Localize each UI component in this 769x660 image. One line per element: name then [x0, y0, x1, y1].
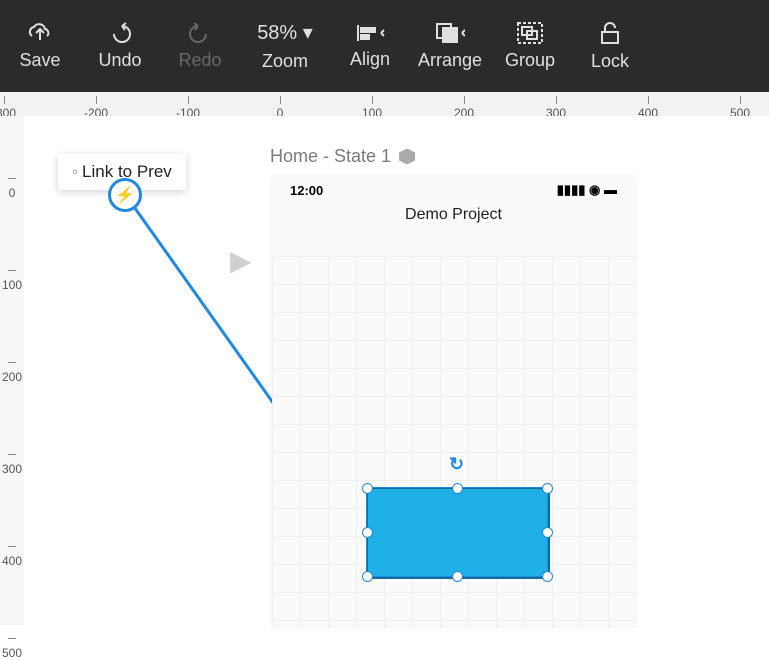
resize-handle-w[interactable]	[362, 527, 373, 538]
resize-handle-s[interactable]	[452, 571, 463, 582]
cloud-upload-icon	[27, 22, 53, 44]
resize-handle-e[interactable]	[542, 527, 553, 538]
vruler-tick: 200	[0, 356, 24, 384]
group-button[interactable]: Group	[490, 0, 570, 92]
lock-label: Lock	[591, 51, 629, 72]
vruler-tick: 500	[0, 632, 24, 660]
resize-handle-sw[interactable]	[362, 571, 373, 582]
group-label: Group	[505, 50, 555, 71]
wifi-icon: ◉	[589, 182, 600, 197]
status-icons: ▮▮▮▮ ◉ ▬	[557, 182, 617, 198]
redo-button[interactable]: Redo	[160, 0, 240, 92]
undo-icon	[108, 22, 132, 44]
link-target-icon: ◦	[72, 162, 78, 181]
vruler-tick: 300	[0, 448, 24, 476]
group-icon	[517, 22, 543, 44]
page-name: Home - State 1	[270, 146, 391, 167]
status-bar: 12:00 ▮▮▮▮ ◉ ▬	[272, 174, 635, 206]
zoom-dropdown[interactable]: 58% ▾ Zoom	[240, 0, 330, 92]
zoom-value: 58% ▾	[257, 20, 313, 45]
toolbar: Save Undo Redo 58% ▾ Zoom Align Arrange …	[0, 0, 769, 92]
rotate-handle[interactable]: ↻	[449, 454, 464, 475]
flow-arrow-icon[interactable]: ▶	[230, 244, 252, 277]
hruler-tick: 400	[628, 92, 668, 117]
lightning-icon: ⚡	[115, 185, 135, 205]
resize-handle-n[interactable]	[452, 483, 463, 494]
hruler-tick: 100	[352, 92, 392, 117]
lock-button[interactable]: Lock	[570, 0, 650, 92]
arrange-label: Arrange	[418, 50, 482, 71]
arrange-dropdown[interactable]: Arrange	[410, 0, 490, 92]
canvas[interactable]: Home - State 1 12:00 ▮▮▮▮ ◉ ▬ Demo Proje…	[24, 116, 769, 625]
vruler-tick: 100	[0, 264, 24, 292]
save-label: Save	[19, 50, 60, 71]
horizontal-ruler[interactable]: -300 -200 -100 0 100 200 300 400 500	[0, 92, 769, 117]
zoom-label: Zoom	[262, 51, 308, 72]
hruler-tick: -200	[76, 92, 116, 117]
save-button[interactable]: Save	[0, 0, 80, 92]
page-label[interactable]: Home - State 1	[270, 146, 415, 167]
page-state-icon[interactable]	[399, 149, 415, 165]
redo-icon	[188, 22, 212, 44]
selection-outline	[366, 487, 548, 577]
hruler-tick: -100	[168, 92, 208, 117]
hruler-tick: 200	[444, 92, 484, 117]
arrange-icon	[435, 22, 465, 44]
resize-handle-se[interactable]	[542, 571, 553, 582]
hruler-tick: -300	[0, 92, 24, 117]
signal-icon: ▮▮▮▮	[557, 182, 586, 197]
align-label: Align	[350, 49, 390, 70]
resize-handle-ne[interactable]	[542, 483, 553, 494]
undo-button[interactable]: Undo	[80, 0, 160, 92]
align-dropdown[interactable]: Align	[330, 0, 410, 92]
hruler-tick: 500	[720, 92, 760, 117]
hruler-tick: 0	[260, 92, 300, 117]
hruler-tick: 300	[536, 92, 576, 117]
undo-label: Undo	[98, 50, 141, 71]
battery-icon: ▬	[604, 182, 617, 197]
vruler-tick: 400	[0, 540, 24, 568]
align-left-icon	[355, 23, 385, 43]
status-time: 12:00	[290, 183, 323, 198]
interaction-badge[interactable]: ⚡	[108, 178, 142, 212]
project-title: Demo Project	[272, 206, 635, 238]
redo-label: Redo	[178, 50, 221, 71]
vruler-tick: 0	[0, 172, 24, 200]
lock-open-icon	[599, 21, 621, 45]
resize-handle-nw[interactable]	[362, 483, 373, 494]
vertical-ruler[interactable]: 0100200300400500	[0, 116, 25, 625]
